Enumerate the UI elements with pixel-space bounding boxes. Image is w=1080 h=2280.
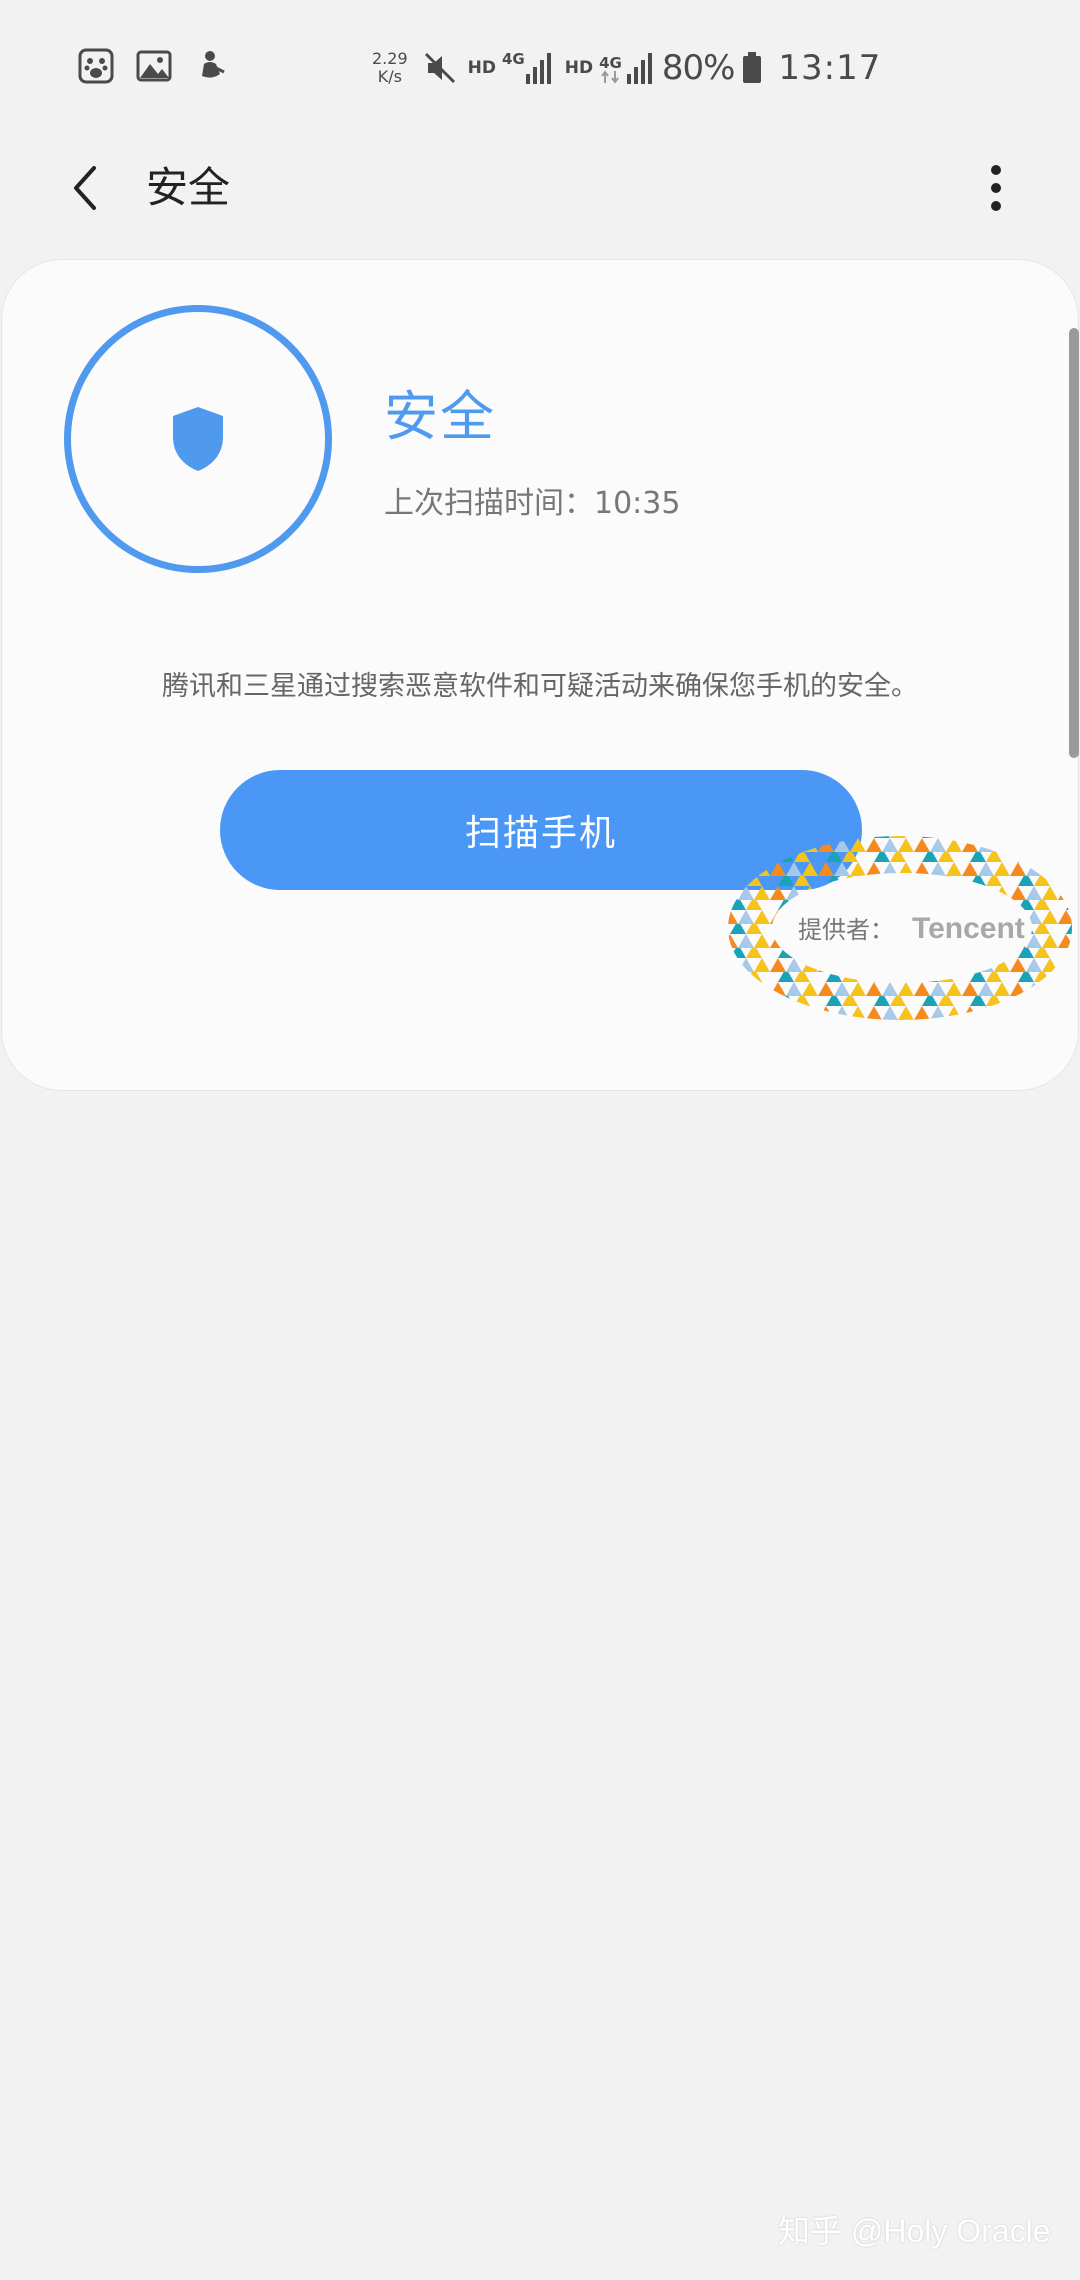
notification-app-icon xyxy=(202,51,225,78)
signal-group-1: 4G xyxy=(502,52,551,84)
security-status-title: 安全 xyxy=(384,385,496,448)
network-speed: 2.29 K/s xyxy=(372,50,408,86)
baidu-app-icon xyxy=(78,48,114,84)
signal-group-2: 4G xyxy=(599,52,652,84)
data-arrows-icon xyxy=(601,70,620,84)
clock: 13:17 xyxy=(778,48,882,88)
mute-icon xyxy=(424,52,455,84)
gallery-icon xyxy=(136,50,172,82)
notification-icons xyxy=(78,48,230,84)
scrollbar[interactable] xyxy=(1069,328,1079,758)
security-description: 腾讯和三星通过搜索恶意软件和可疑活动来确保您手机的安全。 xyxy=(162,671,918,702)
last-scan-time: 上次扫描时间：10:35 xyxy=(384,486,681,521)
hd-label: HD xyxy=(467,58,496,78)
signal-icon xyxy=(525,53,551,84)
security-status-ring xyxy=(64,305,332,573)
back-button[interactable] xyxy=(56,158,116,218)
more-vert-icon xyxy=(991,165,1001,211)
net-type-label-2: 4G xyxy=(599,54,622,72)
net-type-label: 4G xyxy=(501,50,525,68)
watermark-text: 知乎 @Holy Oracle xyxy=(778,2213,1051,2249)
battery-icon xyxy=(743,52,762,83)
provider-text: 提供者： Tencent xyxy=(798,910,1025,946)
provider-name: Tencent xyxy=(912,912,1025,945)
net-speed-unit: K/s xyxy=(377,67,402,86)
battery-percent: 80% xyxy=(661,48,736,88)
signal-icon-2 xyxy=(626,53,652,84)
back-arrow-icon xyxy=(74,166,96,210)
provider-label: 提供者： xyxy=(798,916,894,944)
status-bar: 2.29 K/s HD 4G HD 4G 80% 13:17 xyxy=(0,0,1080,130)
hd-label-2: HD xyxy=(564,58,594,78)
security-card: 安全 上次扫描时间：10:35 腾讯和三星通过搜索恶意软件和可疑活动来确保您手机… xyxy=(2,260,1078,1090)
security-screen: 2.29 K/s HD 4G HD 4G 80% 13:17 安全 安全 上次扫… xyxy=(0,0,1080,2280)
provider-badge: 提供者： Tencent xyxy=(722,828,1078,1028)
net-speed-value: 2.29 xyxy=(372,49,408,68)
page-title: 安全 xyxy=(146,163,231,212)
shield-icon xyxy=(173,407,223,471)
app-bar: 安全 xyxy=(0,140,1080,236)
system-status: 2.29 K/s HD 4G HD 4G 80% 13:17 xyxy=(372,44,881,92)
more-options-button[interactable] xyxy=(966,158,1026,218)
